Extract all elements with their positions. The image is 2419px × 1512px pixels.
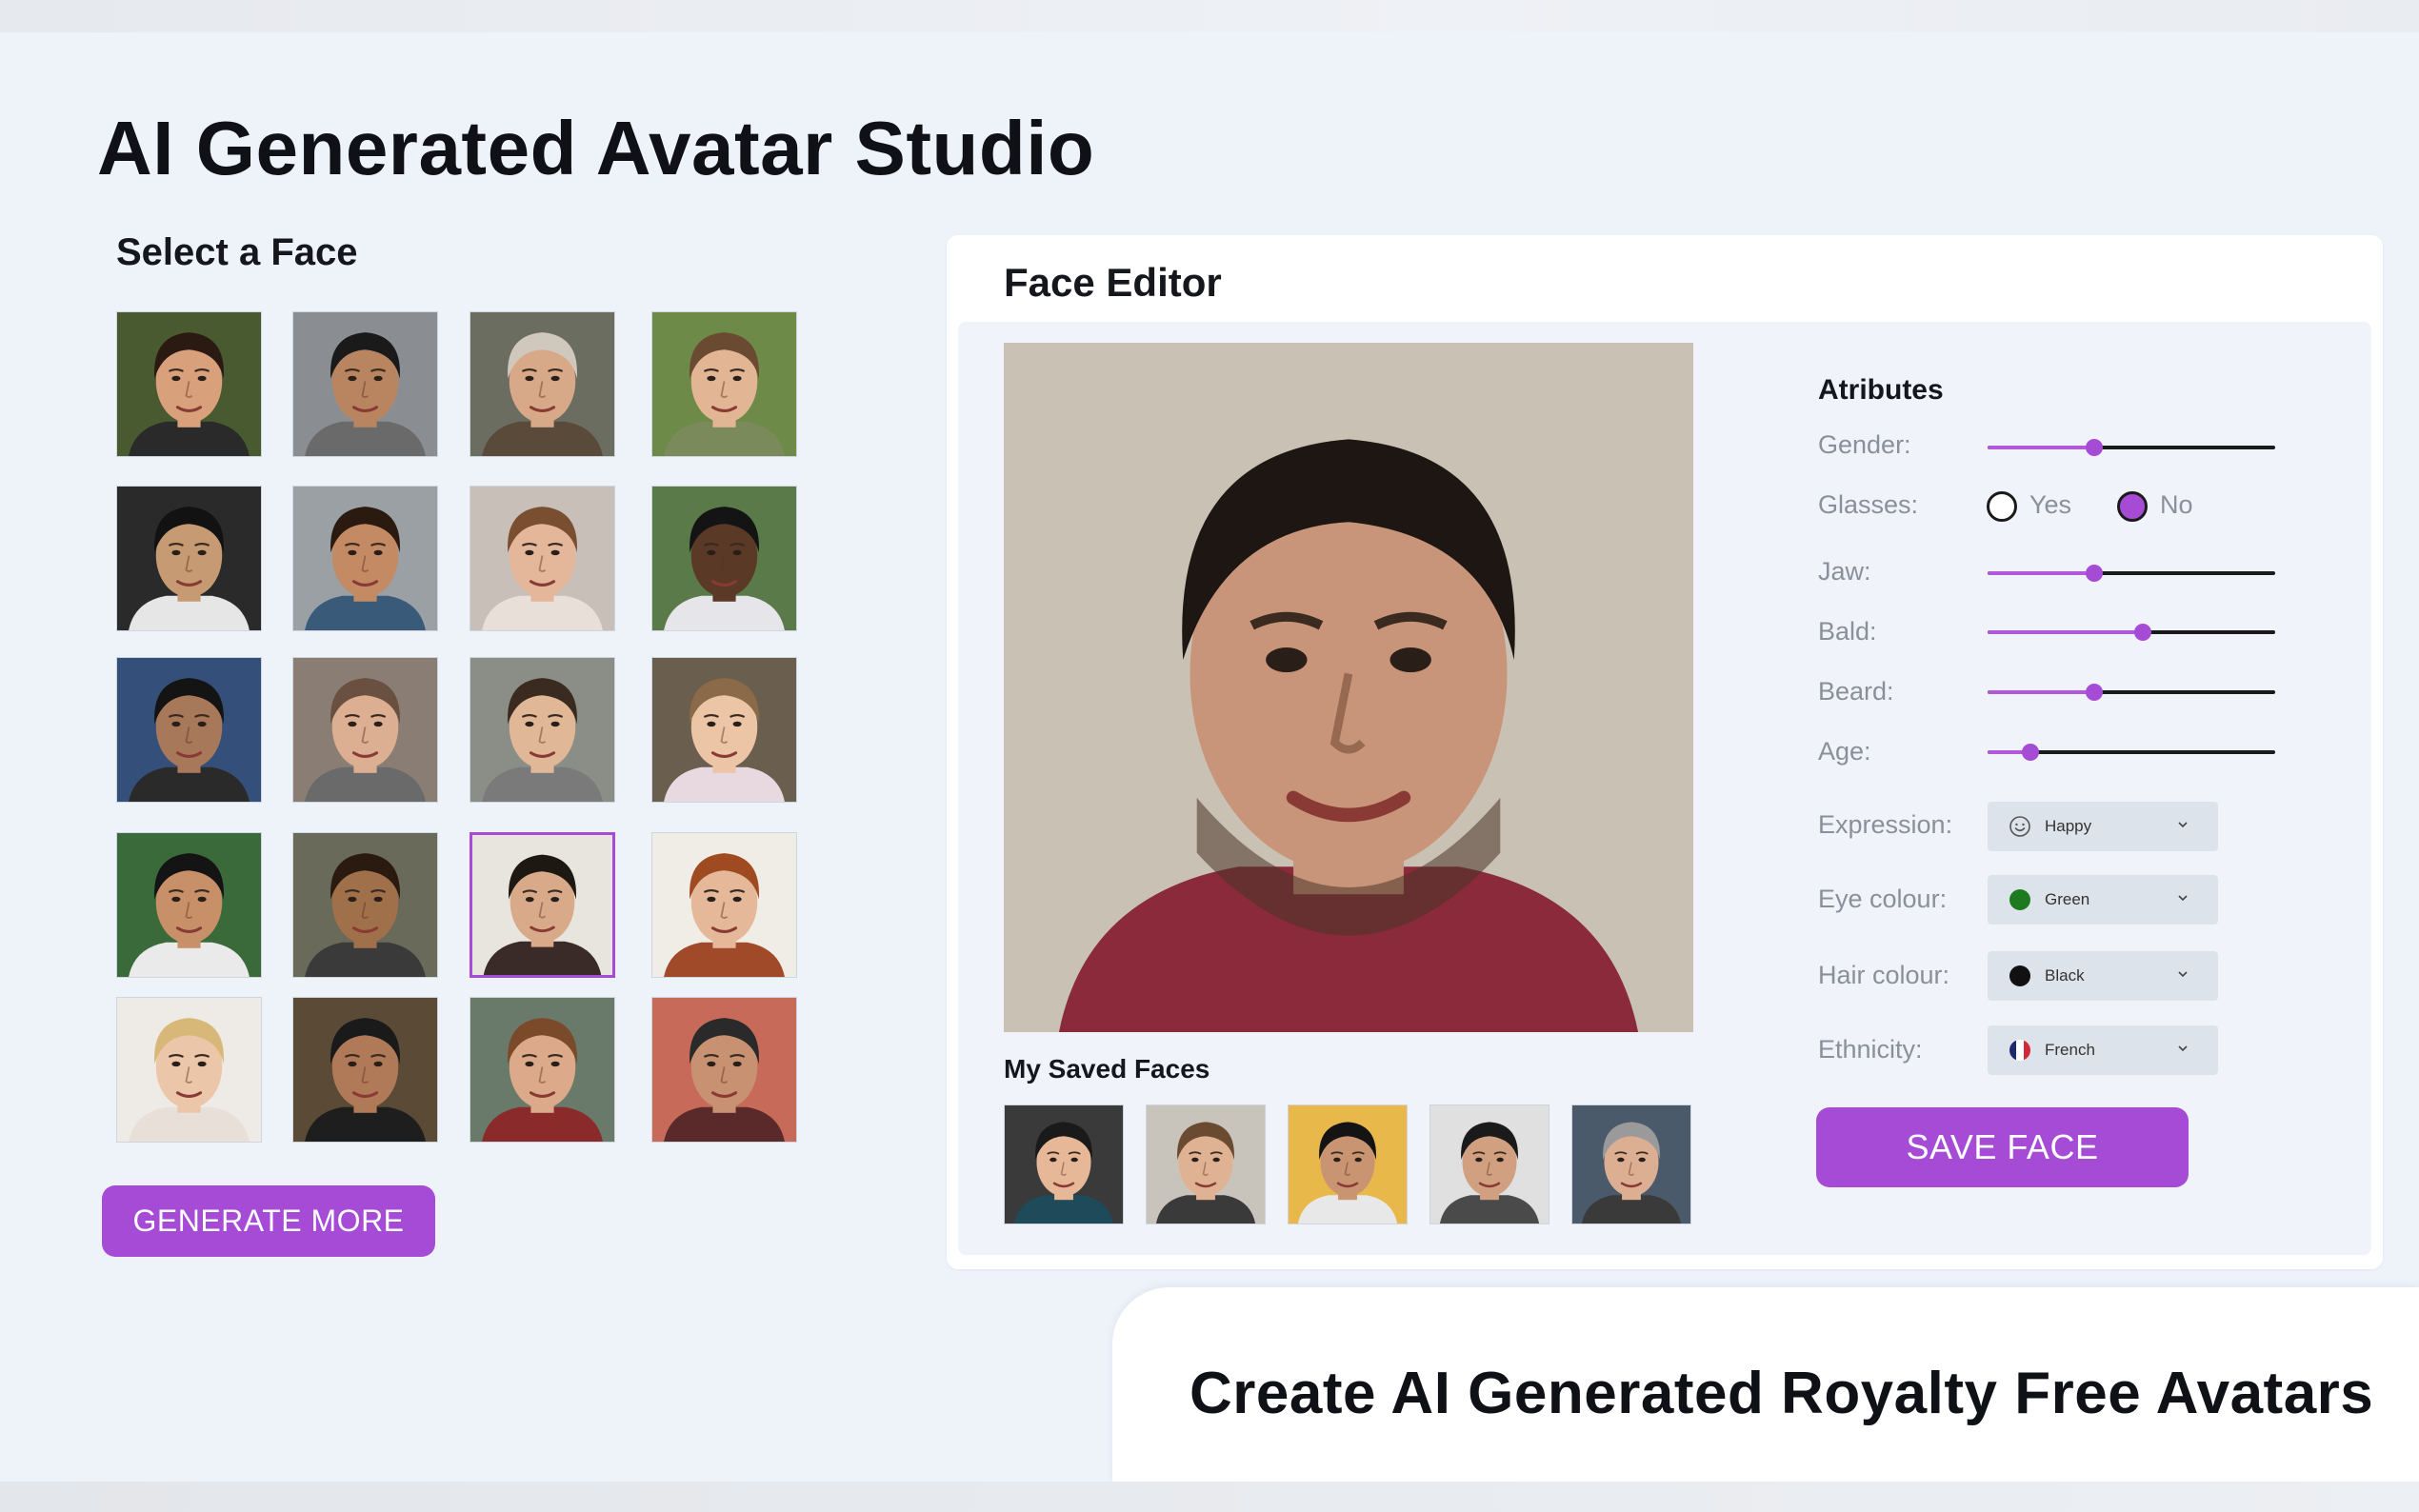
- hair-colour-dropdown[interactable]: Black: [1988, 951, 2218, 1001]
- chevron-down-icon: [2178, 822, 2188, 828]
- saved-face-thumbnail[interactable]: [1146, 1104, 1266, 1224]
- beard-slider[interactable]: [1988, 683, 2275, 702]
- gender-slider[interactable]: [1988, 438, 2275, 457]
- hair-colour-swatch-icon: [2009, 965, 2030, 986]
- promo-banner-text: Create AI Generated Royalty Free Avatars: [1190, 1361, 2374, 1426]
- bald-slider[interactable]: [1988, 623, 2275, 642]
- saved-face-thumbnail[interactable]: [1571, 1104, 1691, 1224]
- expression-value: Happy: [2045, 817, 2092, 835]
- saved-face-thumbnail[interactable]: [1004, 1104, 1124, 1224]
- generate-more-button[interactable]: GENERATE MORE: [102, 1185, 435, 1257]
- slider-fill: [1988, 630, 2144, 634]
- expression-dropdown[interactable]: Happy: [1988, 802, 2218, 851]
- eye-colour-swatch-icon: [2009, 889, 2030, 910]
- slider-thumb[interactable]: [2085, 565, 2103, 582]
- ethnicity-dropdown[interactable]: French: [1988, 1025, 2218, 1075]
- slider-thumb[interactable]: [2085, 439, 2103, 456]
- bottom-strip: [0, 1482, 2419, 1512]
- face-thumbnail[interactable]: [651, 997, 797, 1143]
- face-thumbnail[interactable]: [651, 832, 797, 978]
- gender-label: Gender:: [1818, 430, 1911, 459]
- select-face-title: Select a Face: [116, 231, 358, 273]
- face-thumbnail[interactable]: [470, 486, 615, 631]
- jaw-label: Jaw:: [1818, 557, 1871, 586]
- chevron-down-icon: [2178, 895, 2188, 902]
- face-thumbnail[interactable]: [470, 311, 615, 457]
- face-thumbnail[interactable]: [651, 486, 797, 631]
- saved-face-thumbnail[interactable]: [1288, 1104, 1408, 1224]
- hair-colour-value: Black: [2045, 966, 2085, 985]
- slider-fill: [1988, 571, 2094, 575]
- face-thumbnail[interactable]: [116, 486, 262, 631]
- slider-thumb[interactable]: [2134, 624, 2152, 641]
- ethnicity-label: Ethnicity:: [1818, 1035, 1923, 1064]
- face-thumbnail[interactable]: [292, 997, 438, 1143]
- face-thumbnail[interactable]: [651, 657, 797, 803]
- save-face-button[interactable]: SAVE FACE: [1816, 1107, 2189, 1187]
- saved-face-thumbnail[interactable]: [1429, 1104, 1549, 1224]
- eye-colour-label: Eye colour:: [1818, 885, 1948, 913]
- age-slider[interactable]: [1988, 743, 2275, 762]
- app-title: AI Generated Avatar Studio: [97, 106, 1095, 190]
- slider-fill: [1988, 690, 2094, 694]
- slider-thumb[interactable]: [2022, 744, 2040, 761]
- eye-colour-value: Green: [2045, 890, 2090, 908]
- main-face-preview: [1004, 343, 1693, 1032]
- saved-faces-title: My Saved Faces: [1004, 1054, 1210, 1084]
- expression-label: Expression:: [1818, 810, 1953, 839]
- top-strip: [0, 0, 2419, 32]
- attributes-heading: Atributes: [1818, 374, 1944, 406]
- face-thumbnail[interactable]: [651, 311, 797, 457]
- slider-thumb[interactable]: [2085, 684, 2103, 701]
- face-thumbnail[interactable]: [116, 657, 262, 803]
- face-thumbnail[interactable]: [116, 832, 262, 978]
- face-thumbnail[interactable]: [470, 832, 615, 978]
- glasses-no-label: No: [2160, 490, 2193, 519]
- face-thumbnail[interactable]: [292, 657, 438, 803]
- beard-label: Beard:: [1818, 677, 1894, 706]
- ethnicity-value: French: [2045, 1041, 2095, 1059]
- glasses-yes-radio[interactable]: [1987, 491, 2017, 522]
- face-editor-title: Face Editor: [1004, 260, 1222, 305]
- smiley-icon: [2009, 816, 2030, 837]
- face-thumbnail[interactable]: [470, 657, 615, 803]
- glasses-no-radio[interactable]: [2117, 491, 2148, 522]
- eye-colour-dropdown[interactable]: Green: [1988, 875, 2218, 925]
- face-thumbnail[interactable]: [292, 311, 438, 457]
- face-thumbnail[interactable]: [116, 311, 262, 457]
- hair-colour-label: Hair colour:: [1818, 961, 1950, 989]
- jaw-slider[interactable]: [1988, 564, 2275, 583]
- chevron-down-icon: [2178, 971, 2188, 978]
- face-thumbnail[interactable]: [470, 997, 615, 1143]
- face-grid: [116, 311, 802, 1145]
- age-label: Age:: [1818, 737, 1871, 766]
- slider-fill: [1988, 446, 2094, 449]
- french-flag-icon: [2009, 1040, 2030, 1061]
- face-thumbnail[interactable]: [292, 832, 438, 978]
- bald-label: Bald:: [1818, 617, 1877, 646]
- face-thumbnail[interactable]: [292, 486, 438, 631]
- glasses-yes-label: Yes: [2029, 490, 2072, 519]
- glasses-label: Glasses:: [1818, 490, 1919, 519]
- face-thumbnail[interactable]: [116, 997, 262, 1143]
- chevron-down-icon: [2178, 1045, 2188, 1052]
